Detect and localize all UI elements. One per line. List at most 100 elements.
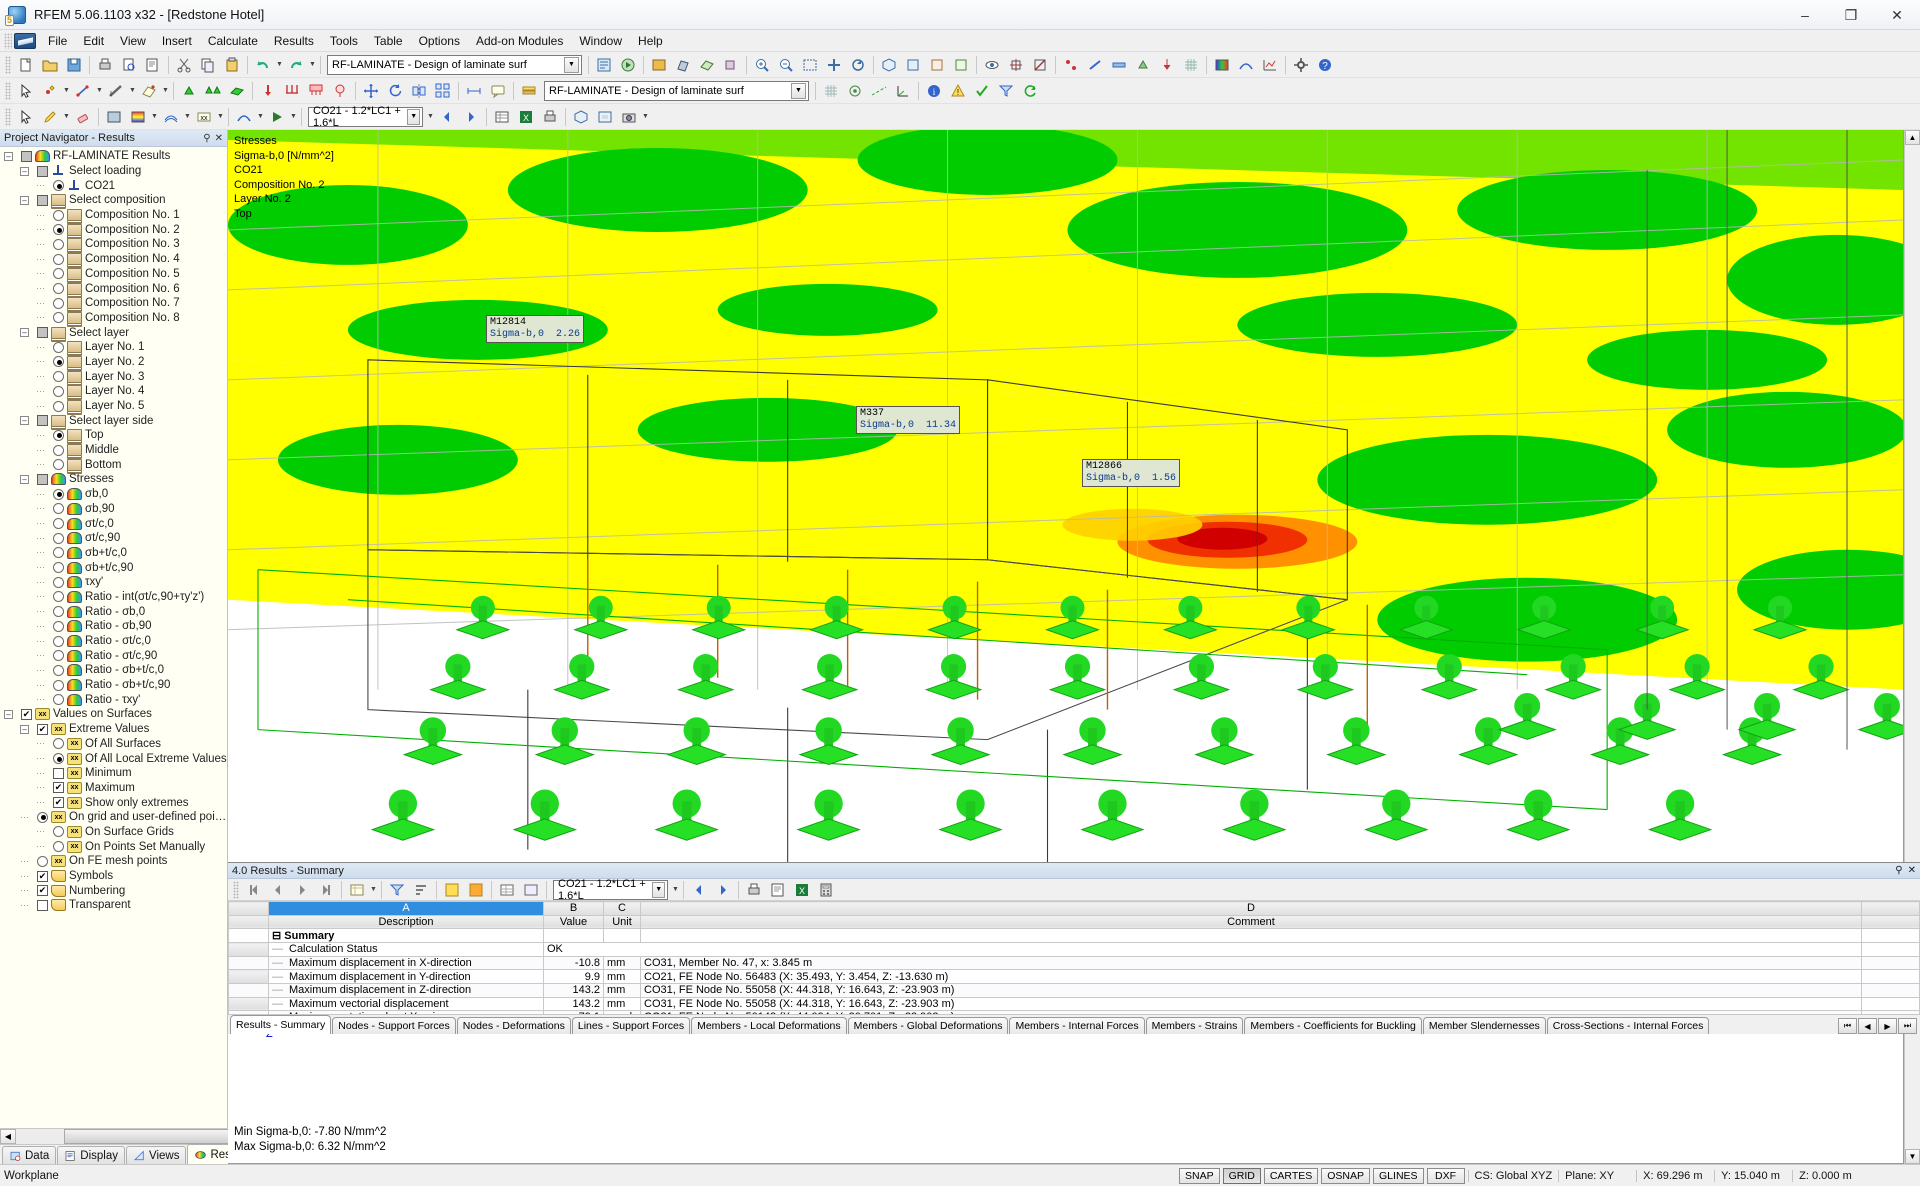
close-button[interactable]: ✕ (1874, 0, 1920, 30)
tree-radio[interactable] (53, 268, 64, 279)
corner-cell[interactable] (229, 902, 269, 916)
tree-item-symbols[interactable]: ⋯✔Symbols (0, 869, 227, 884)
results-table[interactable]: A B C D Description Value Unit Comment ⊟… (228, 901, 1920, 1014)
tab-prev-icon[interactable]: ◀ (1858, 1018, 1877, 1034)
table-tab[interactable]: Nodes - Support Forces (332, 1017, 455, 1034)
tree-item-on-surface-grids[interactable]: ⋯xxOn Surface Grids (0, 825, 227, 840)
result-tag[interactable]: M12866 Sigma-b,0 1.56 (1082, 459, 1180, 487)
tree-radio[interactable] (53, 753, 64, 764)
tree-radio[interactable] (53, 636, 64, 647)
navigator-hscrollbar[interactable]: ◀ ▶ (0, 1128, 227, 1144)
select-arrow-icon[interactable] (15, 106, 37, 128)
tree-item-ratio-b-t-c-0[interactable]: ⋯Ratio - σb+t/c,0 (0, 663, 227, 678)
table-tab[interactable]: Members - Strains (1146, 1017, 1244, 1034)
tree-checkbox[interactable] (37, 166, 48, 177)
redo-dropdown-arrow[interactable]: ▼ (308, 54, 317, 76)
addon-module-dropdown-arrow[interactable]: ▼ (564, 57, 579, 73)
color-map-dropdown-arrow[interactable]: ▼ (150, 106, 159, 128)
table-print-icon[interactable] (743, 879, 765, 901)
table-last-icon[interactable] (315, 879, 337, 901)
tree-radio[interactable] (53, 562, 64, 573)
table-pin-icon[interactable]: ⚲ (1895, 865, 1902, 876)
dimension-icon[interactable] (463, 80, 485, 102)
printout-report-icon[interactable] (142, 54, 164, 76)
tree-radio[interactable] (53, 650, 64, 661)
deformation-scale-arrow[interactable]: ▼ (256, 106, 265, 128)
table-tab[interactable]: Members - Internal Forces (1009, 1017, 1144, 1034)
tree-expander-icon[interactable]: – (20, 167, 29, 176)
table-row[interactable]: —Maximum vectorial displacement143.2mmCO… (229, 997, 1920, 1011)
menu-item-window[interactable]: Window (571, 32, 630, 50)
addon-module-combo[interactable]: RF-LAMINATE - Design of laminate surf ▼ (327, 55, 582, 75)
row-header[interactable] (229, 929, 269, 943)
status-toggle-snap[interactable]: SNAP (1179, 1168, 1220, 1184)
tree-item-ratio-b-0[interactable]: ⋯Ratio - σb,0 (0, 604, 227, 619)
maximize-button[interactable]: ❐ (1828, 0, 1874, 30)
surfaces-icon[interactable] (696, 54, 718, 76)
result-tag[interactable]: M337 Sigma-b,0 11.34 (856, 406, 960, 434)
result-tag[interactable]: M12814 Sigma-b,0 2.26 (486, 315, 584, 343)
row-header[interactable] (229, 997, 269, 1011)
tree-item-ratio-xy[interactable]: ⋯Ratio - τxy' (0, 692, 227, 707)
tree-radio[interactable] (53, 518, 64, 529)
table-tab[interactable]: Member Slendernesses (1423, 1017, 1546, 1034)
row-header[interactable] (229, 956, 269, 970)
status-toggle-osnap[interactable]: OSNAP (1321, 1168, 1370, 1184)
copy-icon[interactable] (197, 54, 219, 76)
tree-radio[interactable] (53, 621, 64, 632)
tree-item-select-composition[interactable]: –Select composition (0, 193, 227, 208)
close-navigator-icon[interactable]: ✕ (215, 133, 223, 144)
tree-item-b-t-c-90[interactable]: ⋯σb+t/c,90 (0, 560, 227, 575)
table-tab[interactable]: Cross-Sections - Internal Forces (1547, 1017, 1710, 1034)
members-icon[interactable] (1108, 54, 1130, 76)
snapshot-dropdown-arrow[interactable]: ▼ (641, 106, 650, 128)
tree-expander-icon[interactable]: – (4, 152, 13, 161)
export-excel-icon[interactable]: X (515, 106, 537, 128)
module-combo-arrow[interactable]: ▼ (791, 83, 806, 99)
menu-item-view[interactable]: View (112, 32, 154, 50)
toolbar-grip[interactable] (5, 108, 11, 126)
tree-checkbox[interactable]: ✔ (53, 797, 64, 808)
menu-item-edit[interactable]: Edit (75, 32, 112, 50)
status-toggle-grid[interactable]: GRID (1223, 1168, 1261, 1184)
new-node-dropdown-arrow[interactable]: ▼ (62, 80, 71, 102)
mesh-icon[interactable] (1180, 54, 1202, 76)
tree-radio[interactable] (53, 239, 64, 250)
guideline-icon[interactable] (868, 80, 890, 102)
tree-checkbox[interactable] (37, 474, 48, 485)
values-dropdown-arrow[interactable]: ▼ (216, 106, 225, 128)
tree-item-t-c-90[interactable]: ⋯σt/c,90 (0, 531, 227, 546)
refresh-icon[interactable] (1019, 80, 1041, 102)
table-row[interactable]: —Maximum displacement in Z-direction143.… (229, 983, 1920, 997)
table-tab[interactable]: Members - Local Deformations (691, 1017, 847, 1034)
info-icon[interactable]: i (923, 80, 945, 102)
tree-item-of-all-surfaces[interactable]: ⋯xxOf All Surfaces (0, 737, 227, 752)
tree-item-ratio-t-c-0[interactable]: ⋯Ratio - σt/c,0 (0, 634, 227, 649)
tree-radio[interactable] (53, 606, 64, 617)
tree-item-of-all-local-extreme-values[interactable]: ⋯xxOf All Local Extreme Values (0, 751, 227, 766)
mirror-icon[interactable] (408, 80, 430, 102)
tree-radio[interactable] (53, 680, 64, 691)
tree-item-composition-no-7[interactable]: ⋯Composition No. 7 (0, 296, 227, 311)
tree-item-composition-no-8[interactable]: ⋯Composition No. 8 (0, 311, 227, 326)
array-icon[interactable] (432, 80, 454, 102)
zoom-out-icon[interactable] (775, 54, 797, 76)
tree-checkbox[interactable] (21, 151, 32, 162)
cut-icon[interactable] (173, 54, 195, 76)
nodes-icon[interactable] (1060, 54, 1082, 76)
deformation-icon[interactable] (1235, 54, 1257, 76)
table-calculator-icon[interactable] (815, 879, 837, 901)
navigator-tab-data[interactable]: Data (2, 1146, 56, 1164)
table-tab[interactable]: Results - Summary (230, 1015, 331, 1034)
tree-checkbox[interactable]: ✔ (37, 724, 48, 735)
tree-radio[interactable] (53, 356, 64, 367)
results-tree[interactable]: –RF-LAMINATE Results–Select loading⋯CO21… (0, 147, 227, 1128)
comment-icon[interactable] (487, 80, 509, 102)
row-header[interactable] (229, 970, 269, 984)
open-file-icon[interactable] (39, 54, 61, 76)
clipping-icon[interactable] (1005, 54, 1027, 76)
pencil-dropdown-arrow[interactable]: ▼ (62, 106, 71, 128)
row-header[interactable] (229, 943, 269, 957)
table-filter-icon[interactable] (386, 879, 408, 901)
table-toolbar-grip[interactable] (233, 881, 239, 899)
